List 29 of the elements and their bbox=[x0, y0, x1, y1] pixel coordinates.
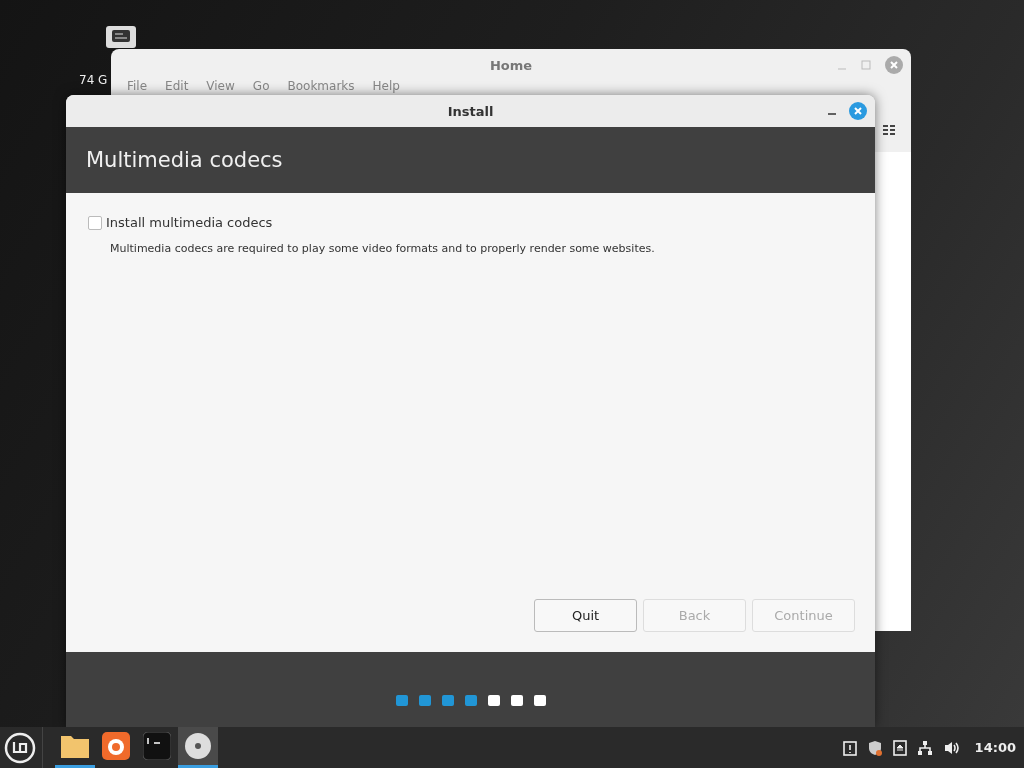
checkbox[interactable] bbox=[88, 215, 102, 230]
taskbar-app[interactable] bbox=[178, 727, 218, 768]
menu-item[interactable]: File bbox=[119, 77, 156, 95]
clipboard-icon bbox=[842, 739, 857, 756]
window-title: Install bbox=[447, 103, 494, 119]
window-title: Home bbox=[488, 58, 534, 73]
desktop-icon-label: 74 G bbox=[79, 73, 108, 87]
menu-item[interactable]: Help bbox=[364, 77, 408, 95]
eject-icon bbox=[892, 739, 907, 756]
terminal-icon bbox=[143, 732, 171, 760]
menu-item[interactable]: Edit bbox=[157, 77, 197, 95]
menu-item[interactable]: View bbox=[198, 77, 243, 95]
menu-item[interactable]: Go bbox=[244, 77, 278, 95]
clock[interactable]: 14:00 bbox=[974, 740, 1016, 755]
network-icon bbox=[916, 739, 933, 756]
description-text: Multimedia codecs are required to play some video formats and to properly render some websites. bbox=[110, 242, 656, 255]
menu-icon[interactable] bbox=[4, 731, 36, 764]
browser-icon bbox=[102, 732, 130, 760]
volume-icon bbox=[942, 739, 961, 756]
close-icon[interactable] bbox=[849, 102, 867, 120]
menu-item[interactable]: Bookmarks bbox=[279, 77, 363, 95]
folder-icon bbox=[60, 733, 90, 759]
disc-icon bbox=[184, 732, 212, 760]
checkbox-label[interactable]: Install multimedia codecs bbox=[106, 215, 273, 230]
drive-icon[interactable] bbox=[106, 26, 136, 48]
quit-button[interactable]: Quit bbox=[534, 599, 637, 632]
shield-icon bbox=[866, 739, 883, 756]
grid-view-icon[interactable] bbox=[883, 125, 895, 135]
page-heading: Multimedia codecs bbox=[86, 148, 283, 172]
